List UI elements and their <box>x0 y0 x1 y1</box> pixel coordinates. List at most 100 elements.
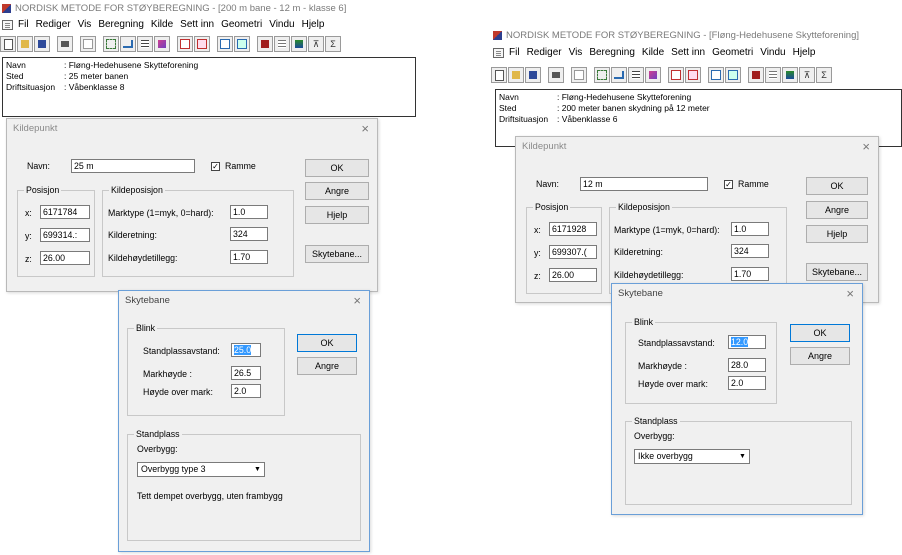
sum-icon[interactable]: Σ <box>816 67 832 83</box>
menu-kilde[interactable]: Kilde <box>151 19 173 30</box>
calc-icon[interactable] <box>154 36 170 52</box>
source-icon[interactable] <box>748 67 764 83</box>
z-input[interactable]: 26.00 <box>549 268 597 282</box>
close-icon[interactable]: × <box>361 119 369 139</box>
skytebane-ok-button[interactable]: OK <box>297 334 357 352</box>
table-icon[interactable] <box>137 36 153 52</box>
new-icon[interactable] <box>0 36 16 52</box>
grid-icon[interactable] <box>668 67 684 83</box>
print-icon[interactable] <box>57 36 73 52</box>
window-icon[interactable] <box>708 67 724 83</box>
kildehoyde-input[interactable]: 1.70 <box>731 267 769 281</box>
menu-fil[interactable]: Fil <box>509 47 520 58</box>
copy-icon[interactable] <box>80 36 96 52</box>
calc-icon[interactable] <box>645 67 661 83</box>
kildehoyde-input[interactable]: 1.70 <box>230 250 268 264</box>
menu-vis[interactable]: Vis <box>78 19 92 30</box>
navn-label: Navn: <box>27 161 50 171</box>
menu-hjelp[interactable]: Hjelp <box>302 19 325 30</box>
menu-rediger[interactable]: Rediger <box>36 19 71 30</box>
map-icon[interactable] <box>194 36 210 52</box>
document-menu-icon[interactable] <box>493 47 504 58</box>
menu-geometri[interactable]: Geometri <box>221 19 262 30</box>
map-icon[interactable] <box>685 67 701 83</box>
navn-input[interactable]: 12 m <box>580 177 708 191</box>
hjelp-button[interactable]: Hjelp <box>305 206 369 224</box>
open-icon[interactable] <box>508 67 524 83</box>
menu-beregning[interactable]: Beregning <box>589 47 635 58</box>
markhoyde-input[interactable]: 28.0 <box>728 358 766 372</box>
list-icon[interactable] <box>765 67 781 83</box>
hjelp-button[interactable]: Hjelp <box>806 225 868 243</box>
sum-icon[interactable]: Σ <box>325 36 341 52</box>
menu-sett-inn[interactable]: Sett inn <box>671 47 705 58</box>
symbol-icon[interactable]: ⊼ <box>308 36 324 52</box>
ramme-checkbox[interactable]: ✓ <box>724 180 733 189</box>
kilderetning-input[interactable]: 324 <box>731 244 769 258</box>
menu-rediger[interactable]: Rediger <box>527 47 562 58</box>
copy-icon[interactable] <box>571 67 587 83</box>
close-icon[interactable]: × <box>862 137 870 157</box>
select-icon[interactable] <box>594 67 610 83</box>
save-icon[interactable] <box>525 67 541 83</box>
skytebane-angre-button[interactable]: Angre <box>790 347 850 365</box>
marktype-input[interactable]: 1.0 <box>230 205 268 219</box>
skytebane-button[interactable]: Skytebane... <box>806 263 868 281</box>
source-icon[interactable] <box>257 36 273 52</box>
menu-kilde[interactable]: Kilde <box>642 47 664 58</box>
menu-vis[interactable]: Vis <box>569 47 583 58</box>
skytebane-button[interactable]: Skytebane... <box>305 245 369 263</box>
ok-button[interactable]: OK <box>806 177 868 195</box>
x-input[interactable]: 6171928 <box>549 222 597 236</box>
close-icon[interactable]: × <box>353 291 361 311</box>
select-icon[interactable] <box>103 36 119 52</box>
standplassavstand-input[interactable]: 25.0 <box>231 343 261 357</box>
window2-icon[interactable] <box>725 67 741 83</box>
y-input[interactable]: 699314.: <box>40 228 90 242</box>
overbygg-dropdown[interactable]: Overbygg type 3 ▼ <box>137 462 265 477</box>
save-icon[interactable] <box>34 36 50 52</box>
list-icon[interactable] <box>274 36 290 52</box>
symbol-icon[interactable]: ⊼ <box>799 67 815 83</box>
chevron-down-icon[interactable]: ▼ <box>737 451 748 462</box>
menu-hjelp[interactable]: Hjelp <box>793 47 816 58</box>
print-icon[interactable] <box>548 67 564 83</box>
window-icon[interactable] <box>217 36 233 52</box>
marktype-input[interactable]: 1.0 <box>731 222 769 236</box>
navn-input[interactable]: 25 m <box>71 159 195 173</box>
window2-icon[interactable] <box>234 36 250 52</box>
chart-icon[interactable] <box>782 67 798 83</box>
overbygg-dropdown[interactable]: Ikke overbygg ▼ <box>634 449 750 464</box>
close-icon[interactable]: × <box>846 284 854 304</box>
skytebane-angre-button[interactable]: Angre <box>297 357 357 375</box>
angre-button[interactable]: Angre <box>305 182 369 200</box>
standplassavstand-input[interactable]: 12.0 <box>728 335 766 349</box>
menu-fil[interactable]: Fil <box>18 19 29 30</box>
menu-vindu[interactable]: Vindu <box>269 19 294 30</box>
menu-beregning[interactable]: Beregning <box>98 19 144 30</box>
ramme-checkbox[interactable]: ✓ <box>211 162 220 171</box>
hoyde-over-mark-input[interactable]: 2.0 <box>231 384 261 398</box>
grid-icon[interactable] <box>177 36 193 52</box>
chart-icon[interactable] <box>291 36 307 52</box>
kildeposisjon-group: Kildeposisjon Marktype (1=myk, 0=hard): … <box>609 202 787 294</box>
table-icon[interactable] <box>628 67 644 83</box>
new-icon[interactable] <box>491 67 507 83</box>
menu-sett-inn[interactable]: Sett inn <box>180 19 214 30</box>
line-icon[interactable] <box>120 36 136 52</box>
document-menu-icon[interactable] <box>2 19 13 30</box>
menu-geometri[interactable]: Geometri <box>712 47 753 58</box>
hoyde-over-mark-input[interactable]: 2.0 <box>728 376 766 390</box>
open-icon[interactable] <box>17 36 33 52</box>
ok-button[interactable]: OK <box>305 159 369 177</box>
line-icon[interactable] <box>611 67 627 83</box>
skytebane-ok-button[interactable]: OK <box>790 324 850 342</box>
menu-vindu[interactable]: Vindu <box>760 47 785 58</box>
y-input[interactable]: 699307.( <box>549 245 597 259</box>
markhoyde-input[interactable]: 26.5 <box>231 366 261 380</box>
angre-button[interactable]: Angre <box>806 201 868 219</box>
z-input[interactable]: 26.00 <box>40 251 90 265</box>
kilderetning-input[interactable]: 324 <box>230 227 268 241</box>
x-input[interactable]: 6171784 <box>40 205 90 219</box>
chevron-down-icon[interactable]: ▼ <box>252 464 263 475</box>
